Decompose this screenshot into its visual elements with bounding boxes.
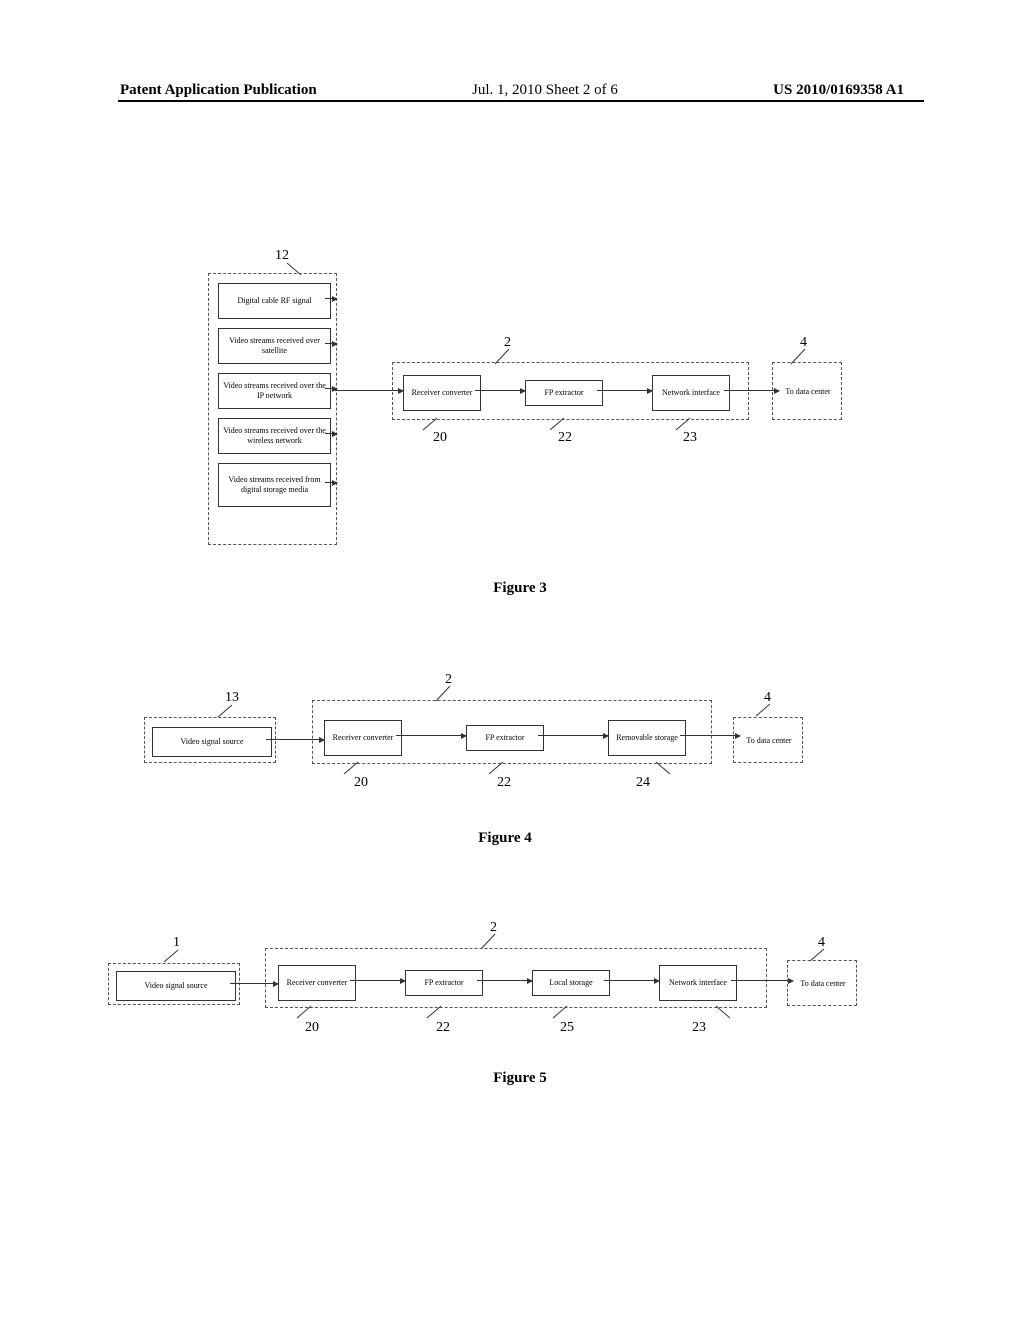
fig5-fp-extractor: FP extractor [405, 970, 483, 996]
leader-1 [164, 950, 182, 964]
fig3-src-3: Video streams received over the wireless… [218, 418, 331, 454]
ref-num-23a: 23 [683, 430, 697, 446]
fig3-out: To data center [779, 375, 837, 409]
ref-num-24: 24 [636, 775, 650, 791]
fig3-arrow-out [724, 390, 779, 391]
fig4-fp-extractor: FP extractor [466, 725, 544, 751]
fig3-src-4: Video streams received from digital stor… [218, 463, 331, 507]
fig4-removable-storage: Removable storage [608, 720, 686, 756]
ref-num-20c: 20 [305, 1020, 319, 1036]
ref-num-20a: 20 [433, 430, 447, 446]
fig3-receiver-converter: Receiver converter [403, 375, 481, 411]
fig3-out-arrow-2 [325, 388, 337, 389]
header-left: Patent Application Publication [120, 82, 317, 99]
leader-23c [716, 1006, 734, 1020]
fig3-network-interface: Network interface [652, 375, 730, 411]
leader-2b [436, 686, 454, 700]
fig3-fp-extractor: FP extractor [525, 380, 603, 406]
header-center: Jul. 1, 2010 Sheet 2 of 6 [472, 82, 618, 99]
fig3-src-1: Video streams received over satellite [218, 328, 331, 364]
leader-22b [489, 762, 507, 776]
ref-num-13: 13 [225, 690, 239, 706]
page-header: Patent Application Publication Jul. 1, 2… [0, 82, 1024, 99]
fig4-arrow-20-22 [396, 735, 466, 736]
fig3-arrow-20-22 [475, 390, 525, 391]
fig3-arrow-in [335, 390, 403, 391]
leader-22c [427, 1006, 445, 1020]
fig3-out-arrow-1 [325, 343, 337, 344]
fig4-receiver-converter: Receiver converter [324, 720, 402, 756]
fig5-caption: Figure 5 [460, 1070, 580, 1087]
ref-num-12: 12 [275, 248, 289, 264]
ref-num-22c: 22 [436, 1020, 450, 1036]
fig3-out-arrow-4 [325, 482, 337, 483]
leader-4a [791, 349, 809, 363]
fig4-out: To data center [740, 724, 798, 758]
fig5-network-interface: Network interface [659, 965, 737, 1001]
leader-4b [756, 704, 774, 718]
fig5-arrow-20-22 [350, 980, 405, 981]
fig3-out-arrow-3 [325, 433, 337, 434]
leader-25 [553, 1006, 571, 1020]
fig3-caption: Figure 3 [460, 580, 580, 597]
leader-20b [344, 762, 362, 776]
ref-num-20b: 20 [354, 775, 368, 791]
leader-2c [481, 934, 499, 948]
fig5-out: To data center [793, 967, 853, 1001]
fig4-src: Video signal source [152, 727, 272, 757]
fig5-arrow-25-23 [604, 980, 659, 981]
fig5-local-storage: Local storage [532, 970, 610, 996]
ref-num-23c: 23 [692, 1020, 706, 1036]
leader-2a [495, 349, 513, 363]
ref-num-22b: 22 [497, 775, 511, 791]
fig4-caption: Figure 4 [445, 830, 565, 847]
fig4-arrow-in [266, 739, 324, 740]
fig4-arrow-22-24 [538, 735, 608, 736]
ref-num-22a: 22 [558, 430, 572, 446]
header-rule [118, 100, 924, 102]
fig3-out-arrow-0 [325, 298, 337, 299]
fig3-arrow-22-23 [597, 390, 652, 391]
header-right: US 2010/0169358 A1 [773, 82, 904, 99]
ref-num-1: 1 [173, 935, 180, 951]
fig3-src-2: Video streams received over the IP netwo… [218, 373, 331, 409]
fig5-arrow-22-25 [477, 980, 532, 981]
fig3-src-0: Digital cable RF signal [218, 283, 331, 319]
fig5-src: Video signal source [116, 971, 236, 1001]
fig5-arrow-in [230, 983, 278, 984]
ref-num-25: 25 [560, 1020, 574, 1036]
leader-20c [297, 1006, 315, 1020]
fig4-arrow-out [680, 735, 740, 736]
fig5-arrow-out [731, 980, 793, 981]
leader-24 [656, 762, 674, 776]
fig5-receiver-converter: Receiver converter [278, 965, 356, 1001]
